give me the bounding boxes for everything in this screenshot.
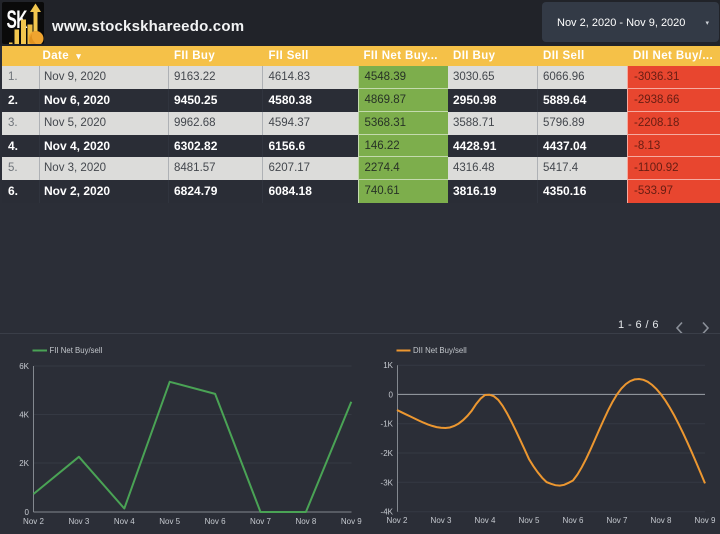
svg-text:Nov 8: Nov 8 bbox=[651, 516, 672, 525]
svg-text:Nov 7: Nov 7 bbox=[250, 517, 271, 526]
svg-text:Nov 3: Nov 3 bbox=[431, 516, 452, 525]
svg-text:Nov 5: Nov 5 bbox=[519, 516, 540, 525]
svg-text:Nov 7: Nov 7 bbox=[607, 516, 628, 525]
svg-text:Nov 6: Nov 6 bbox=[563, 516, 584, 525]
svg-text:Nov 2: Nov 2 bbox=[387, 516, 408, 525]
svg-text:Nov 5: Nov 5 bbox=[159, 517, 180, 526]
svg-text:-3K: -3K bbox=[381, 478, 394, 487]
svg-text:0: 0 bbox=[389, 390, 394, 399]
svg-text:Nov 2: Nov 2 bbox=[23, 517, 44, 526]
svg-text:1K: 1K bbox=[383, 361, 393, 370]
svg-text:Nov 9: Nov 9 bbox=[341, 517, 362, 526]
svg-text:FII Net Buy/sell: FII Net Buy/sell bbox=[50, 346, 103, 355]
svg-text:6K: 6K bbox=[19, 362, 29, 371]
svg-text:2K: 2K bbox=[19, 459, 29, 468]
svg-text:4K: 4K bbox=[19, 411, 29, 420]
svg-text:Nov 3: Nov 3 bbox=[68, 517, 89, 526]
svg-text:Nov 9: Nov 9 bbox=[695, 516, 716, 525]
svg-text:DII Net Buy/sell: DII Net Buy/sell bbox=[413, 346, 467, 355]
svg-text:Nov 6: Nov 6 bbox=[205, 517, 226, 526]
svg-text:-2K: -2K bbox=[381, 449, 394, 458]
svg-text:-1K: -1K bbox=[381, 420, 394, 429]
svg-text:Nov 4: Nov 4 bbox=[114, 517, 135, 526]
svg-text:0: 0 bbox=[25, 508, 30, 517]
svg-text:Nov 8: Nov 8 bbox=[295, 517, 316, 526]
svg-text:Nov 4: Nov 4 bbox=[475, 516, 496, 525]
